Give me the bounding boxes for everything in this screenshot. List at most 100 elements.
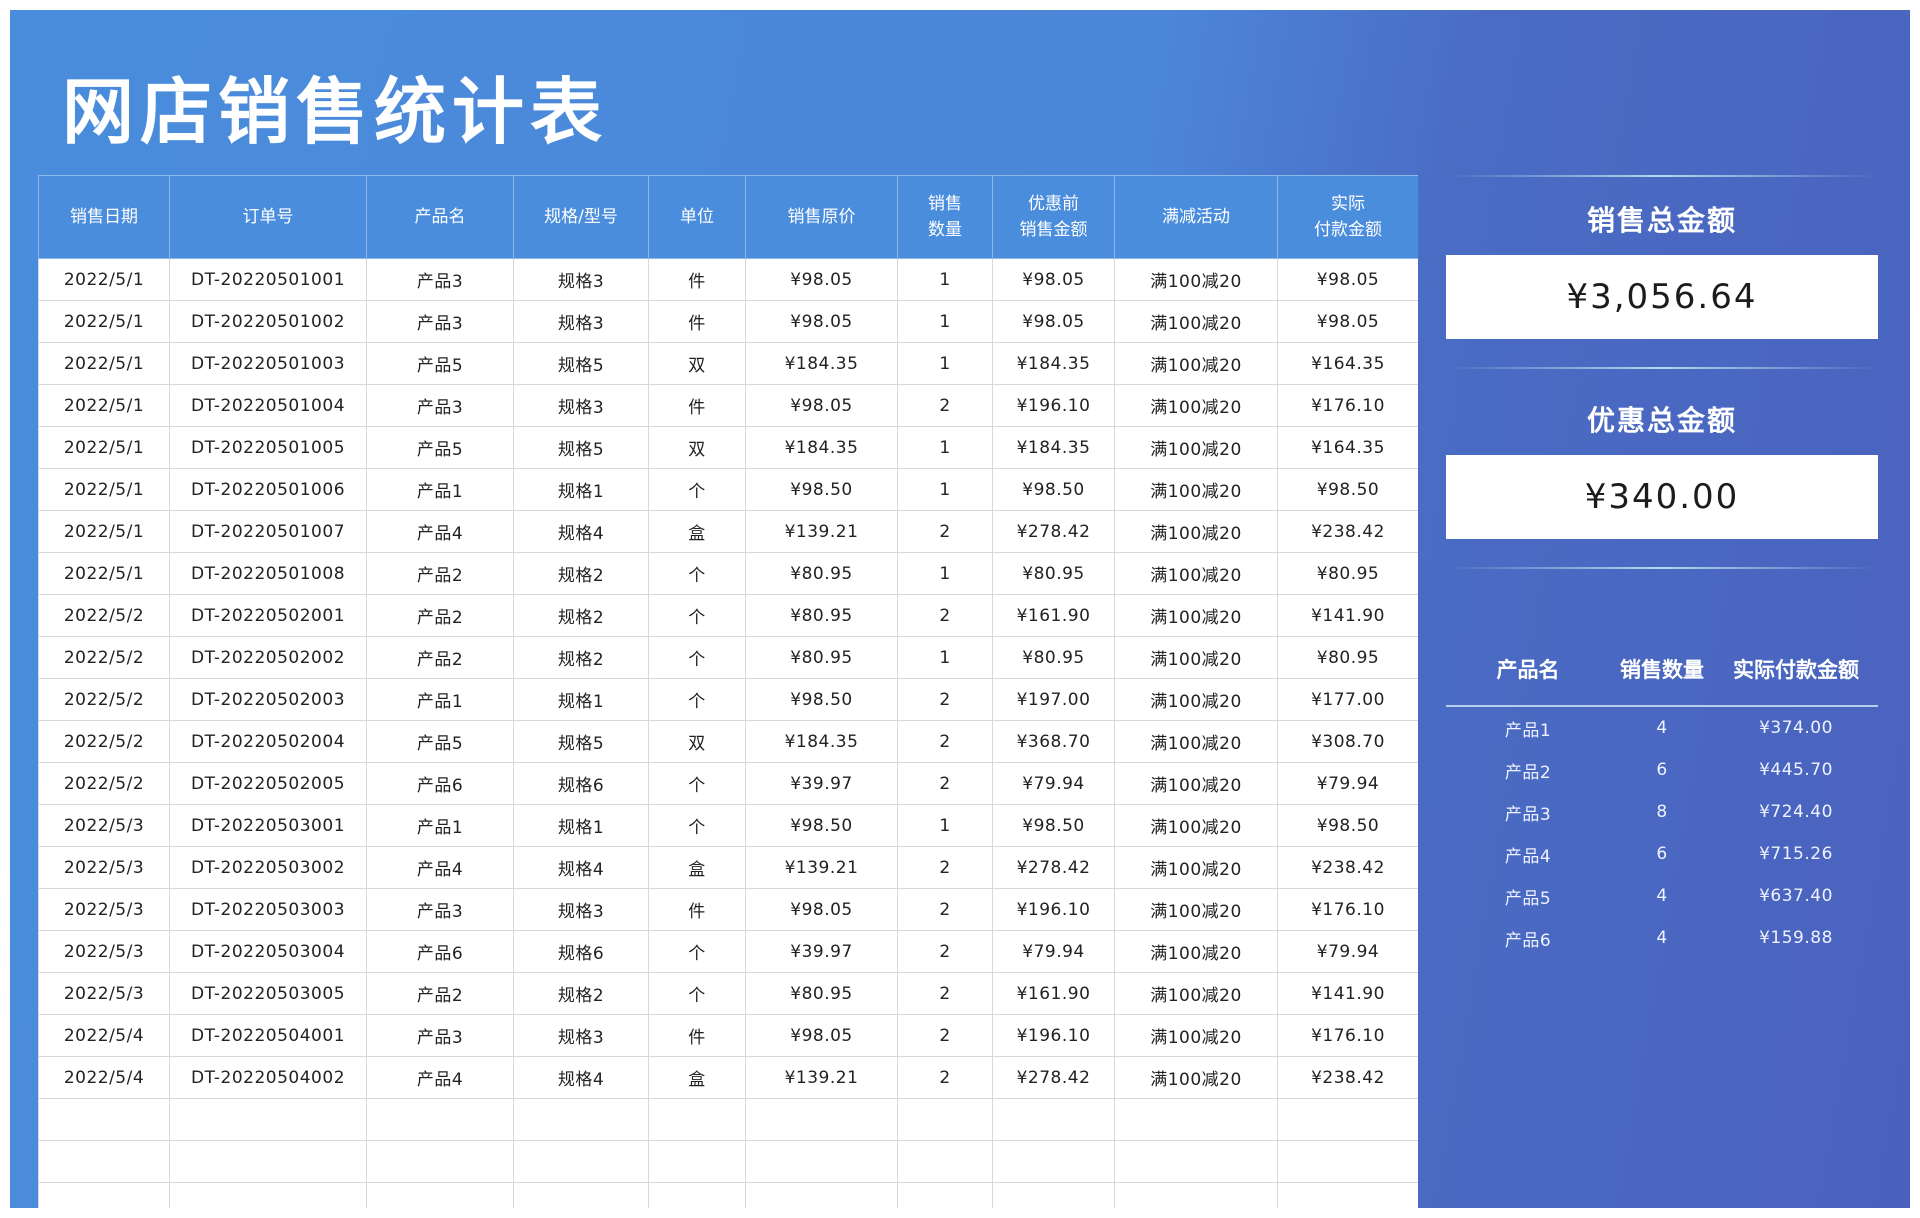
empty-table-cell (169, 1140, 367, 1183)
table-cell: ¥197.00 (992, 678, 1115, 721)
column-header-text: 满减活动 (1162, 207, 1230, 227)
table-cell: 2 (897, 510, 993, 553)
table-cell: 1 (897, 468, 993, 511)
table-cell: DT-20220501007 (169, 510, 367, 553)
table-cell: ¥238.42 (1277, 1056, 1418, 1099)
empty-table-cell (992, 1098, 1115, 1141)
table-cell: 产品3 (366, 258, 514, 301)
table-cell: ¥98.05 (745, 384, 898, 427)
table-row: 2022/5/1 DT-20220501003 产品5 规格5 双 ¥184.35 1 ¥18… (38, 342, 1418, 385)
table-cell: 2022/5/3 (38, 888, 170, 931)
summary-cell: ¥159.88 (1759, 928, 1833, 948)
table-cell: 规格6 (513, 930, 649, 973)
summary-header-quantity: 销售数量 (1610, 633, 1714, 707)
table-cell: ¥80.95 (1277, 552, 1418, 595)
empty-table-row (38, 1182, 1418, 1208)
table-cell: 盒 (648, 1056, 746, 1099)
table-cell: 满100减20 (1114, 342, 1278, 385)
summary-header-row: 产品名 销售数量 实际付款金额 (1446, 633, 1878, 707)
table-cell: ¥164.35 (1277, 426, 1418, 469)
table-cell: ¥98.05 (1277, 258, 1418, 301)
table-cell: 产品2 (366, 636, 514, 679)
table-cell: 2 (897, 384, 993, 427)
table-cell: ¥80.95 (745, 594, 898, 637)
empty-table-cell (38, 1182, 170, 1208)
empty-table-cell (38, 1140, 170, 1183)
table-row: 2022/5/3 DT-20220503002 产品4 规格4 盒 ¥139.21 2 ¥27… (38, 846, 1418, 889)
table-cell: 满100减20 (1114, 888, 1278, 931)
table-cell: 2 (897, 762, 993, 805)
table-row: 2022/5/1 DT-20220501006 产品1 规格1 个 ¥98.50 1 ¥98.… (38, 468, 1418, 511)
table-cell: 2022/5/3 (38, 930, 170, 973)
empty-table-cell (745, 1098, 898, 1141)
table-cell: 个 (648, 468, 746, 511)
total-discount-value: ¥340.00 (1446, 455, 1878, 539)
table-cell: ¥141.90 (1277, 594, 1418, 637)
empty-table-cell (1114, 1182, 1278, 1208)
table-cell: ¥98.50 (992, 804, 1115, 847)
table-cell: 满100减20 (1114, 930, 1278, 973)
table-cell: 规格2 (513, 594, 649, 637)
table-cell: 产品1 (366, 468, 514, 511)
column-header-text: 数量 (928, 220, 962, 240)
empty-table-cell (897, 1140, 993, 1183)
table-cell: 产品1 (366, 804, 514, 847)
table-cell: ¥184.35 (745, 720, 898, 763)
empty-table-cell (1277, 1140, 1418, 1183)
table-cell: DT-20220502003 (169, 678, 367, 721)
summary-cell: 6 (1656, 844, 1668, 864)
table-cell: 2022/5/1 (38, 258, 170, 301)
table-cell: 满100减20 (1114, 636, 1278, 679)
table-cell: 满100减20 (1114, 972, 1278, 1015)
table-cell: 规格4 (513, 510, 649, 553)
summary-cell: 产品1 (1504, 720, 1552, 741)
table-cell: ¥98.50 (1277, 468, 1418, 511)
summary-cell: 4 (1656, 718, 1668, 738)
table-cell: 规格5 (513, 426, 649, 469)
table-cell: ¥79.94 (992, 762, 1115, 805)
table-cell: ¥80.95 (1277, 636, 1418, 679)
summary-cell: 4 (1656, 928, 1668, 948)
empty-table-cell (1277, 1098, 1418, 1141)
table-cell: 产品2 (366, 594, 514, 637)
table-cell: 产品3 (366, 384, 514, 427)
table-cell: 件 (648, 888, 746, 931)
table-cell: 规格2 (513, 972, 649, 1015)
table-row: 2022/5/3 DT-20220503004 产品6 规格6 个 ¥39.97 2 ¥79.… (38, 930, 1418, 973)
table-cell: DT-20220501006 (169, 468, 367, 511)
column-header: 销售日期 (38, 175, 170, 259)
table-cell: DT-20220502005 (169, 762, 367, 805)
total-discount-label: 优惠总金额 (1586, 404, 1737, 437)
empty-table-cell (648, 1140, 746, 1183)
table-cell: ¥39.97 (745, 762, 898, 805)
table-cell: 产品3 (366, 888, 514, 931)
table-body: 2022/5/1 DT-20220501001 产品3 规格3 件 ¥98.05 1 ¥98.… (38, 258, 1418, 1208)
table-cell: DT-20220504002 (169, 1056, 367, 1099)
empty-table-cell (1114, 1098, 1278, 1141)
summary-header-amount: 实际付款金额 (1714, 633, 1878, 707)
column-header-text: 产品名 (414, 207, 466, 227)
divider-line (1446, 567, 1878, 569)
table-cell: ¥98.05 (745, 258, 898, 301)
table-cell: ¥139.21 (745, 846, 898, 889)
summary-row: 产品2 6 ¥445.70 (1446, 749, 1878, 791)
column-header-text: 单位 (680, 207, 714, 227)
table-cell: 规格1 (513, 804, 649, 847)
table-cell: 产品6 (366, 762, 514, 805)
table-cell: 2 (897, 1056, 993, 1099)
table-cell: ¥308.70 (1277, 720, 1418, 763)
table-cell: ¥79.94 (1277, 930, 1418, 973)
table-cell: 满100减20 (1114, 1056, 1278, 1099)
table-cell: ¥238.42 (1277, 510, 1418, 553)
summary-cell: 产品6 (1504, 930, 1552, 951)
table-cell: 1 (897, 636, 993, 679)
table-cell: DT-20220501005 (169, 426, 367, 469)
table-row: 2022/5/3 DT-20220503003 产品3 规格3 件 ¥98.05 2 ¥196… (38, 888, 1418, 931)
total-sales-value: ¥3,056.64 (1446, 255, 1878, 339)
table-cell: DT-20220501001 (169, 258, 367, 301)
empty-table-cell (38, 1098, 170, 1141)
summary-cell: 4 (1656, 886, 1668, 906)
empty-table-cell (366, 1098, 514, 1141)
table-cell: ¥79.94 (1277, 762, 1418, 805)
table-cell: 双 (648, 426, 746, 469)
